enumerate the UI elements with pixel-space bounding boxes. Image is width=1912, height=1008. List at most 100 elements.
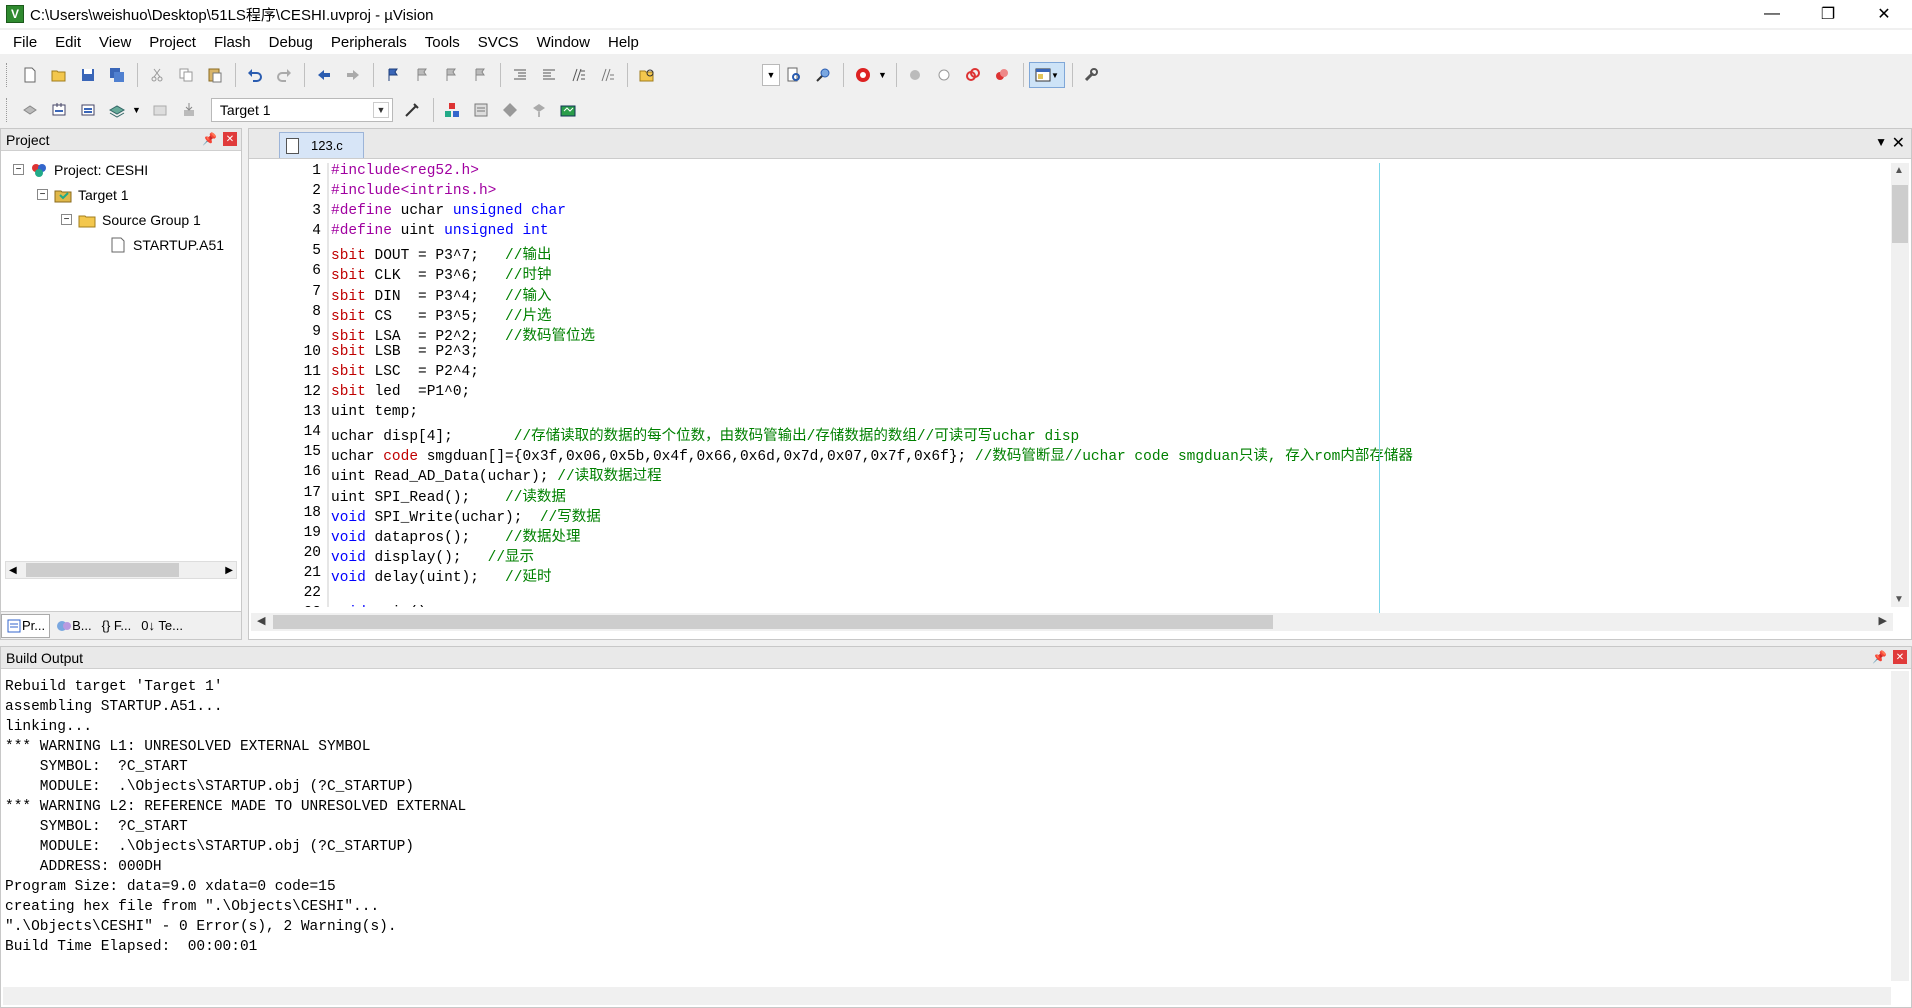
code-area[interactable]: 1 #include<reg52.h> 2 #include<intrins.h> 3 #… [251,163,1891,607]
code-line[interactable]: 9 sbit LSA = P2^2; //数码管位选 [251,323,1891,345]
manage-components-icon[interactable] [439,97,466,123]
code-line[interactable]: 3 #define uchar unsigned char [251,203,1891,224]
debug-dropdown-arrow[interactable]: ▼ [878,70,887,80]
code-line[interactable]: 12 sbit led =P1^0; [251,384,1891,405]
menu-file[interactable]: File [4,34,46,51]
code-line[interactable]: 10 sbit LSB = P2^3; [251,343,1891,364]
copy-icon[interactable] [172,62,199,88]
code-line[interactable]: 18 void SPI_Write(uchar); //写数据 [251,504,1891,526]
breakpoint-disable-all-icon[interactable] [960,62,987,88]
menu-window[interactable]: Window [528,34,599,51]
save-icon[interactable] [74,62,101,88]
indent-icon[interactable] [506,62,533,88]
code-line[interactable]: 22 [251,584,1891,606]
project-hscrollbar[interactable]: ◀ ▶ [5,561,237,579]
scroll-left-icon[interactable]: ◀ [257,614,265,627]
collapse-icon[interactable]: − [61,214,72,225]
batch-dropdown-arrow[interactable]: ▼ [132,105,141,115]
code-line[interactable]: 2 #include<intrins.h> [251,183,1891,204]
editor-hscrollbar[interactable]: ◀ ▶ [251,613,1893,631]
code-line[interactable]: 16 uint Read_AD_Data(uchar); //读取数据过程 [251,464,1891,485]
next-bookmark-icon[interactable] [437,62,464,88]
file-extensions-icon[interactable] [468,97,495,123]
rebuild-icon[interactable] [74,97,101,123]
code-line[interactable]: 15 uchar code smgduan[]={0x3f,0x06,0x5b,0… [251,444,1891,465]
tab-123c[interactable]: 123.c [279,132,364,158]
menu-view[interactable]: View [90,34,140,51]
unindent-icon[interactable] [535,62,562,88]
find-in-files-icon[interactable] [633,62,660,88]
close-icon[interactable]: ✕ [223,132,237,146]
toolbar-grip[interactable] [6,98,10,122]
menu-peripherals[interactable]: Peripherals [322,34,416,51]
menu-flash[interactable]: Flash [205,34,260,51]
paste-icon[interactable] [201,62,228,88]
menu-help[interactable]: Help [599,34,648,51]
configure-icon[interactable] [1078,62,1105,88]
tree-item-file[interactable]: STARTUP.A51 [1,232,241,257]
scroll-down-icon[interactable]: ▼ [1894,594,1904,605]
build-icon[interactable] [45,97,72,123]
find-dropdown[interactable]: ▼ [762,64,780,86]
tab-project[interactable]: Pr... [1,613,51,638]
tree-item-project[interactable]: − Project: CESHI [1,157,241,182]
breakpoint-disable-icon[interactable] [931,62,958,88]
pin-icon[interactable]: 📌 [1872,650,1887,664]
tree-item-target[interactable]: − Target 1 [1,182,241,207]
build-hscrollbar[interactable] [3,987,1891,1005]
scroll-right-icon[interactable]: ▶ [1879,614,1887,627]
new-file-icon[interactable] [16,62,43,88]
redo-icon[interactable] [270,62,297,88]
window-layout-icon[interactable]: ▼ [1028,62,1065,88]
code-line[interactable]: 17 uint SPI_Read(); //读数据 [251,484,1891,506]
code-line[interactable]: 20 void display(); //显示 [251,544,1891,566]
close-icon[interactable]: ✕ [1892,133,1905,153]
menu-project[interactable]: Project [140,34,205,51]
collapse-icon[interactable]: − [37,189,48,200]
breakpoint-kill-all-icon[interactable] [989,62,1016,88]
stop-build-icon[interactable] [147,97,174,123]
nav-back-icon[interactable] [310,62,337,88]
undo-icon[interactable] [241,62,268,88]
pin-icon[interactable]: 📌 [202,132,217,146]
scroll-thumb[interactable] [1892,185,1908,243]
tab-books[interactable]: B... [52,614,96,638]
editor-vscrollbar[interactable]: ▲ ▼ [1891,163,1909,607]
code-line[interactable]: 8 sbit CS = P3^5; //片选 [251,303,1891,325]
bookmark-icon[interactable] [379,62,406,88]
menu-tools[interactable]: Tools [416,34,469,51]
scroll-thumb[interactable] [26,563,179,577]
tab-functions[interactable]: {} F... [98,614,136,638]
code-line[interactable]: 19 void datapros(); //数据处理 [251,524,1891,546]
cut-icon[interactable] [143,62,170,88]
toolbar-grip[interactable] [6,63,10,87]
code-line[interactable]: 6 sbit CLK = P3^6; //时钟 [251,263,1891,284]
code-line[interactable]: 7 sbit DIN = P3^4; //输入 [251,283,1891,305]
nav-forward-icon[interactable] [339,62,366,88]
target-options-icon[interactable] [399,97,426,123]
tab-dropdown-icon[interactable]: ▼ [1875,135,1887,149]
code-line[interactable]: 14 uchar disp[4]; //存储读取的数据的每个位数，由数码管输出/存… [251,424,1891,445]
download-icon[interactable] [176,97,203,123]
chevron-down-icon[interactable]: ▼ [372,102,389,118]
minimize-button[interactable]: — [1744,0,1800,28]
incremental-find-icon[interactable] [809,62,836,88]
pack-installer-icon[interactable] [555,97,582,123]
batch-build-icon[interactable] [103,97,130,123]
menu-svcs[interactable]: SVCS [469,34,528,51]
debug-session-icon[interactable] [849,62,876,88]
code-line[interactable]: 5 sbit DOUT = P3^7; //输出 [251,243,1891,264]
close-icon[interactable]: ✕ [1893,650,1907,664]
prev-bookmark-icon[interactable] [408,62,435,88]
translate-icon[interactable] [16,97,43,123]
select-packs-icon[interactable] [497,97,524,123]
tab-templates[interactable]: 0↓ Te... [137,614,187,638]
clear-bookmarks-icon[interactable] [466,62,493,88]
collapse-icon[interactable]: − [13,164,24,175]
menu-debug[interactable]: Debug [260,34,322,51]
find-icon[interactable] [780,62,807,88]
scroll-right-icon[interactable]: ▶ [225,565,236,576]
open-folder-icon[interactable] [45,62,72,88]
code-line[interactable]: 4 #define uint unsigned int [251,223,1891,244]
uncomment-icon[interactable] [593,62,620,88]
